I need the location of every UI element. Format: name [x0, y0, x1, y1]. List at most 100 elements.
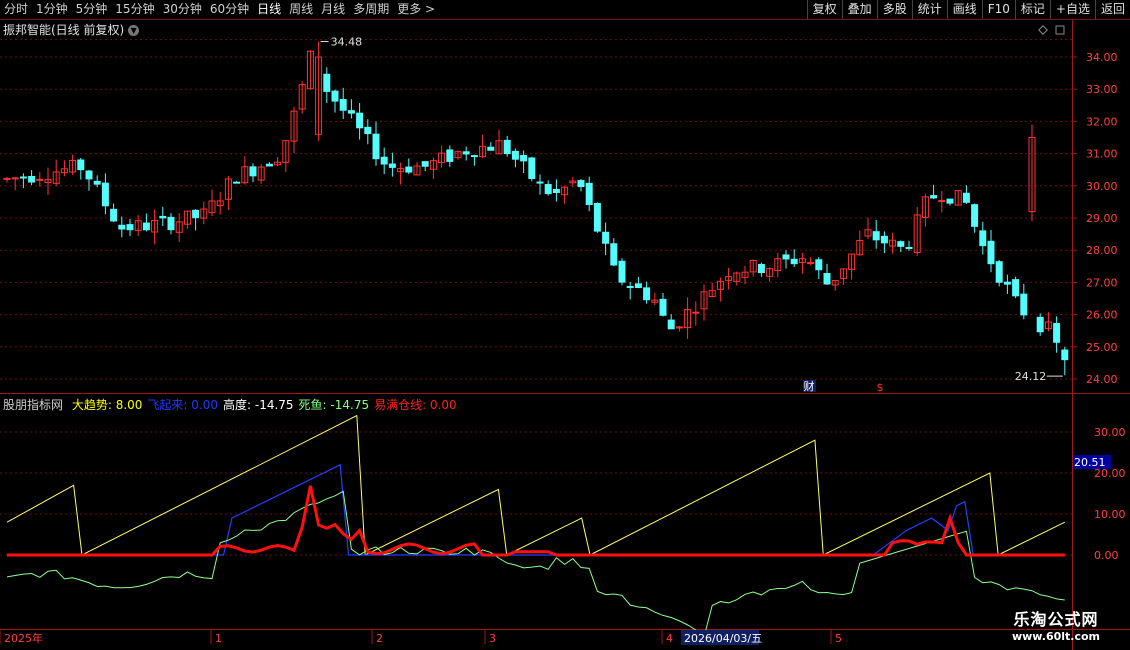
- candle-body: [142, 222, 150, 231]
- candle-body: [470, 155, 478, 158]
- price-tick-label: 29.00: [1086, 212, 1118, 225]
- candle-body: [905, 246, 913, 249]
- full-position-line: [7, 485, 1065, 557]
- candle-body: [880, 235, 888, 244]
- candle-body: [971, 204, 979, 227]
- price-tick-label: 30.00: [1086, 180, 1118, 193]
- candle-body: [962, 192, 970, 203]
- cai-marker: 财: [804, 379, 815, 393]
- indicator-tick-label: 10.00: [1094, 508, 1126, 521]
- candle-body: [93, 180, 101, 185]
- trend-line: [6, 414, 1066, 556]
- candle-body: [782, 254, 790, 260]
- diamond-icon: [1038, 25, 1048, 35]
- candle-body: [520, 154, 528, 162]
- candle-body: [388, 163, 396, 168]
- date-label: 1: [215, 632, 222, 645]
- candle-body: [1036, 316, 1044, 333]
- high-price-label: 34.48: [331, 36, 363, 49]
- watermark-title: 乐淘公式网: [1013, 610, 1099, 629]
- candle-body: [552, 189, 560, 194]
- candle-body: [101, 182, 109, 207]
- candle-body: [77, 159, 85, 171]
- candle-body: [938, 200, 946, 203]
- indicator-tick-label: 0.00: [1094, 549, 1119, 562]
- watermark: 乐淘公式网 www.60lt.com: [990, 606, 1122, 646]
- candle-body: [692, 311, 700, 314]
- candle-body: [503, 139, 511, 155]
- candle-body: [946, 198, 954, 204]
- candle-body: [192, 209, 200, 219]
- candle-body: [807, 261, 815, 264]
- candle-body: [265, 163, 273, 167]
- candle-body: [118, 224, 126, 230]
- candle-body: [626, 285, 634, 288]
- price-tick-label: 25.00: [1086, 341, 1118, 354]
- candle-body: [405, 166, 413, 173]
- candle-body: [618, 260, 626, 283]
- candle-body: [872, 231, 880, 241]
- candle-body: [126, 224, 134, 231]
- dollar-marker: $: [877, 381, 884, 394]
- candle-body: [347, 110, 355, 114]
- candle-body: [897, 241, 905, 247]
- candle-body: [1061, 349, 1069, 361]
- price-tick-label: 28.00: [1086, 244, 1118, 257]
- price-tick-label: 31.00: [1086, 148, 1118, 161]
- candle-body: [790, 258, 798, 265]
- candle-body: [85, 170, 93, 180]
- price-tick-label: 34.00: [1086, 51, 1118, 64]
- candle-body: [1012, 279, 1020, 297]
- candle-body: [323, 73, 331, 92]
- date-label: 2025年: [4, 631, 43, 645]
- chart-area[interactable]: 34.0033.0032.0031.0030.0029.0028.0027.00…: [0, 0, 1130, 650]
- candle-body: [544, 184, 552, 195]
- candle-body: [421, 161, 429, 167]
- date-label: 5: [835, 632, 842, 645]
- candle-body: [823, 273, 831, 285]
- price-tick-label: 33.00: [1086, 83, 1118, 96]
- candle-body: [593, 202, 601, 232]
- candle-body: [667, 319, 675, 330]
- date-label: 4: [666, 632, 673, 645]
- candle-body: [28, 175, 36, 183]
- cursor-date-label: 2026/04/03/五: [684, 632, 762, 645]
- date-label: 2: [376, 632, 383, 645]
- indicator-tick-label: 30.00: [1094, 426, 1126, 439]
- price-tick-label: 24.00: [1086, 373, 1118, 386]
- candle-body: [446, 149, 454, 162]
- dead-fish-line: [6, 490, 1065, 638]
- candle-body: [331, 90, 339, 102]
- candle-body: [19, 176, 27, 179]
- candle-body: [159, 215, 167, 219]
- candle-body: [356, 112, 364, 129]
- candle-body: [995, 261, 1003, 283]
- current-value-label: 20.51: [1074, 456, 1106, 469]
- candle-body: [511, 150, 519, 160]
- candle-body: [1020, 293, 1028, 316]
- candle-body: [249, 166, 257, 177]
- candle-body: [987, 240, 995, 265]
- candle-body: [585, 182, 593, 205]
- candle-body: [167, 216, 175, 231]
- candle-body: [364, 126, 372, 135]
- candle-body: [339, 99, 347, 111]
- candle-body: [372, 133, 380, 160]
- box-icon: [1055, 25, 1065, 35]
- candle-body: [528, 157, 536, 180]
- candle-body: [634, 283, 642, 289]
- low-price-label: 24.12: [1015, 370, 1047, 383]
- candle-body: [1053, 323, 1061, 343]
- candle-body: [643, 287, 651, 301]
- watermark-url: www.60lt.com: [1011, 630, 1101, 643]
- price-tick-label: 26.00: [1086, 309, 1118, 322]
- price-tick-label: 32.00: [1086, 115, 1118, 128]
- candle-body: [815, 259, 823, 271]
- candle-body: [602, 231, 610, 244]
- candle-body: [487, 146, 495, 151]
- candle-body: [380, 156, 388, 165]
- candle-body: [930, 195, 938, 199]
- candle-body: [757, 263, 765, 274]
- date-label: 3: [489, 632, 496, 645]
- candle-body: [610, 243, 618, 266]
